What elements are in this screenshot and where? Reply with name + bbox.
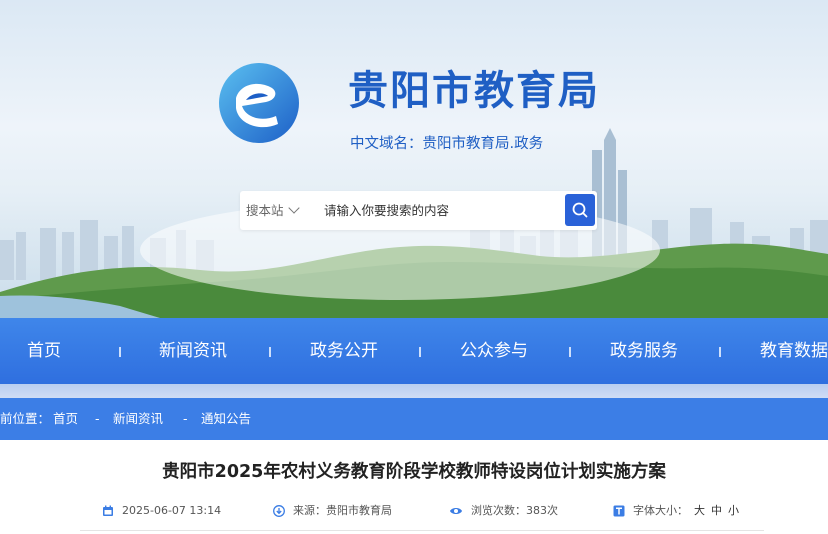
breadcrumb-prefix: 前位置： — [0, 411, 51, 426]
nav-divider — [569, 347, 571, 357]
nav-item-education-data[interactable]: 教育数据 — [760, 318, 828, 384]
breadcrumb-news-link[interactable]: 新闻资讯 — [113, 398, 163, 440]
main-nav: 首页 新闻资讯 政务公开 公众参与 政务服务 教育数据 — [0, 318, 828, 384]
site-title: 贵阳市教育局 — [348, 68, 600, 114]
font-size-label: 字体大小： — [633, 504, 688, 517]
text-size-icon — [613, 505, 625, 517]
breadcrumb-home-link[interactable]: 首页 — [53, 398, 78, 440]
breadcrumb: 前位置： 首页 - 新闻资讯 - 通知公告 — [0, 398, 828, 440]
search-input[interactable] — [324, 191, 560, 230]
nav-shadow-strip — [0, 384, 828, 398]
article-source-value: 来源：贵阳市教育局 — [293, 504, 392, 517]
font-size-large-button[interactable]: 大 — [694, 504, 705, 517]
nav-divider — [719, 347, 721, 357]
nav-divider — [119, 347, 121, 357]
city-skyline-illustration — [0, 128, 828, 318]
calendar-icon — [103, 505, 113, 516]
article-source: 来源：贵阳市教育局 — [273, 503, 392, 519]
nav-item-government-services[interactable]: 政务服务 — [610, 318, 678, 384]
nav-divider — [269, 347, 271, 357]
nav-item-government-affairs[interactable]: 政务公开 — [310, 318, 378, 384]
meta-divider — [80, 530, 764, 531]
chinese-domain-name: 中文域名：贵阳市教育局.政务 — [350, 136, 544, 152]
search-bar: 搜本站 — [240, 191, 597, 230]
nav-item-news[interactable]: 新闻资讯 — [159, 318, 227, 384]
breadcrumb-separator: - — [95, 411, 100, 426]
nav-divider — [419, 347, 421, 357]
search-icon — [572, 202, 588, 218]
view-count-value: 浏览次数：383次 — [471, 504, 558, 517]
chevron-down-icon — [287, 202, 300, 214]
font-size-control: 字体大小： 大中小 — [613, 503, 739, 519]
header-banner: 贵阳市教育局 中文域名：贵阳市教育局.政务 搜本站 — [0, 0, 828, 318]
search-scope-dropdown[interactable]: 搜本站 — [246, 191, 300, 230]
article-title: 贵阳市2025年农村义务教育阶段学校教师特设岗位计划实施方案 — [162, 462, 666, 482]
breadcrumb-notice-link[interactable]: 通知公告 — [201, 398, 251, 440]
publish-date-value: 2025-06-07 13:14 — [122, 504, 222, 517]
bureau-logo-icon — [219, 63, 299, 143]
nav-item-home[interactable]: 首页 — [27, 318, 61, 384]
breadcrumb-separator: - — [183, 411, 188, 426]
nav-item-public-participation[interactable]: 公众参与 — [460, 318, 528, 384]
font-size-small-button[interactable]: 小 — [728, 504, 739, 517]
publish-date: 2025-06-07 13:14 — [102, 503, 221, 519]
download-circle-icon — [273, 505, 285, 517]
search-scope-label: 搜本站 — [246, 203, 284, 218]
font-size-medium-button[interactable]: 中 — [711, 504, 722, 517]
search-button[interactable] — [565, 194, 595, 226]
view-count: 浏览次数：383次 — [449, 503, 558, 519]
eye-icon — [450, 508, 462, 514]
